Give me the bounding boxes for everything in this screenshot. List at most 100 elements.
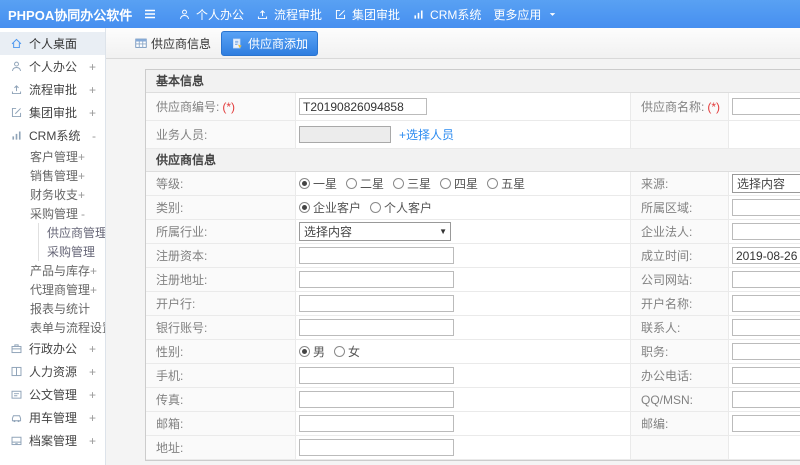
sidebar-item-purchase-mgmt-sub[interactable]: 采购管理: [38, 242, 105, 261]
category-radio-group: 企业客户 个人客户: [299, 199, 441, 216]
mobile-input[interactable]: [299, 367, 454, 384]
topnav-item-crm-system[interactable]: CRM系统: [412, 6, 481, 23]
menu-toggle-icon[interactable]: [142, 6, 158, 22]
topnav-item-more-apps[interactable]: 更多应用: [493, 6, 558, 23]
topnav-item-workflow-approval[interactable]: 流程审批: [256, 6, 322, 23]
content-area: 基本信息供应商编号:(*)供应商名称:(*)业务人员:+选择人员供应商信息等级:…: [106, 59, 800, 465]
field-label: 手机:: [146, 364, 296, 387]
sidebar-item-vehicle-mgmt[interactable]: 用车管理 +: [0, 406, 105, 429]
sidebar-item-document-mgmt[interactable]: 公文管理 +: [0, 383, 105, 406]
legal-person-input[interactable]: [732, 223, 800, 240]
region-input[interactable]: [732, 199, 800, 216]
edit-icon: [334, 8, 347, 21]
sidebar-item-agent-mgmt[interactable]: 代理商管理 +: [0, 280, 105, 299]
supplier-add-tab[interactable]: 供应商添加: [221, 30, 319, 56]
email-input[interactable]: [299, 415, 454, 432]
field-label: 职务:: [631, 340, 729, 363]
company-website-input[interactable]: [732, 271, 800, 288]
grade-radio-option[interactable]: 四星: [440, 175, 478, 192]
sidebar-item-sales-mgmt[interactable]: 销售管理 +: [0, 166, 105, 185]
office-phone-input[interactable]: [732, 367, 800, 384]
field-label-text: QQ/MSN:: [641, 392, 694, 407]
grade-radio-option[interactable]: 三星: [393, 175, 431, 192]
chevron-down-icon: [547, 9, 558, 20]
field-label: 成立时间:: [631, 244, 729, 267]
qq-msn-input[interactable]: [732, 391, 800, 408]
supplier-code-input[interactable]: [299, 98, 427, 115]
category-radio-option[interactable]: 个人客户: [370, 199, 432, 216]
sidebar-item-label: 采购管理: [47, 245, 96, 259]
grade-radio-option[interactable]: 一星: [299, 175, 337, 192]
sidebar-item-reports-stats[interactable]: 报表与统计: [0, 299, 105, 318]
registered-address-input[interactable]: [299, 271, 454, 288]
sidebar-item-label: 用车管理: [29, 411, 78, 425]
sidebar-item-human-resources[interactable]: 人力资源 +: [0, 360, 105, 383]
sidebar-item-personal-desktop[interactable]: 个人桌面: [0, 32, 105, 55]
sidebar-item-label: 个人桌面: [29, 37, 78, 51]
sidebar-item-purchase-mgmt[interactable]: 采购管理 -: [0, 204, 105, 223]
sidebar-item-archive-mgmt[interactable]: 档案管理 +: [0, 429, 105, 452]
sidebar-item-group-approval[interactable]: 集团审批 +: [0, 101, 105, 124]
field-label: [631, 436, 729, 459]
sidebar-item-admin-office[interactable]: 行政办公 +: [0, 337, 105, 360]
account-name-input[interactable]: [732, 295, 800, 312]
sidebar-item-finance-income-expense[interactable]: 财务收支 +: [0, 185, 105, 204]
source-select[interactable]: 选择内容▼: [732, 174, 800, 193]
field-label-text: 成立时间:: [641, 249, 693, 263]
industry-select[interactable]: 选择内容 ▼: [299, 222, 451, 241]
grade-radio-option[interactable]: 二星: [346, 175, 384, 192]
contact-person-input[interactable]: [732, 319, 800, 336]
sidebar-item-form-workflow-settings[interactable]: 表单与流程设置+: [0, 318, 105, 337]
field-cell: 选择内容▼: [729, 172, 800, 195]
grade-radio-option[interactable]: 五星: [487, 175, 525, 192]
field-cell: 选择内容▼: [296, 220, 631, 243]
field-label-text: 传真:: [156, 393, 184, 407]
field-cell: [296, 292, 631, 315]
topnav-item-group-approval[interactable]: 集团审批: [334, 6, 400, 23]
field-cell: [296, 316, 631, 339]
gender-radio-option[interactable]: 男: [299, 343, 325, 360]
zip-code-input[interactable]: [732, 415, 800, 432]
fax-input[interactable]: [299, 391, 454, 408]
radio-label: 女: [348, 345, 361, 359]
sidebar-item-supplier-mgmt[interactable]: 供应商管理: [38, 223, 105, 242]
business-person-input[interactable]: [299, 126, 391, 143]
field-label-text: 供应商名称:: [641, 100, 705, 114]
tab-label: 供应商信息: [151, 36, 212, 51]
bank-input[interactable]: [299, 295, 454, 312]
field-label: 邮箱:: [146, 412, 296, 435]
field-label: 所属区域:: [631, 196, 729, 219]
sidebar-item-label: 代理商管理: [30, 283, 91, 297]
form-row: 性别: 男女职务:: [146, 340, 800, 364]
topnav-item-personal-office[interactable]: 个人办公: [178, 6, 244, 23]
expand-icon: +: [78, 149, 86, 164]
founding-date-input[interactable]: [732, 247, 800, 264]
radio-label: 四星: [454, 177, 479, 191]
job-title-input[interactable]: [732, 343, 800, 360]
section-title: 供应商信息: [146, 149, 800, 172]
supplier-info-tab[interactable]: 供应商信息: [134, 35, 211, 52]
tab-label: 供应商添加: [248, 36, 309, 51]
sidebar-item-crm-system[interactable]: CRM系统 -: [0, 124, 105, 147]
expand-icon: +: [90, 282, 98, 297]
sidebar-item-customer-mgmt[interactable]: 客户管理 +: [0, 147, 105, 166]
business-person-picker-link[interactable]: +选择人员: [399, 126, 454, 143]
field-label-text: 注册资本:: [156, 249, 208, 263]
radio-icon: [299, 346, 310, 357]
user-icon: [10, 60, 23, 73]
address-input[interactable]: [299, 439, 454, 456]
supplier-name-input[interactable]: [732, 98, 800, 115]
field-label: 开户行:: [146, 292, 296, 315]
field-label: 邮编:: [631, 412, 729, 435]
sidebar-item-personal-office[interactable]: 个人办公 +: [0, 55, 105, 78]
registered-capital-input[interactable]: [299, 247, 454, 264]
supplier-form-card: 基本信息供应商编号:(*)供应商名称:(*)业务人员:+选择人员供应商信息等级:…: [145, 69, 800, 461]
field-label: 地址:: [146, 436, 296, 459]
grid-icon: [134, 36, 148, 50]
category-radio-option[interactable]: 企业客户: [299, 199, 361, 216]
bank-account-input[interactable]: [299, 319, 454, 336]
field-cell: [729, 121, 800, 148]
sidebar-item-product-inventory[interactable]: 产品与库存 +: [0, 261, 105, 280]
gender-radio-option[interactable]: 女: [334, 343, 360, 360]
sidebar-item-workflow-approval[interactable]: 流程审批 +: [0, 78, 105, 101]
